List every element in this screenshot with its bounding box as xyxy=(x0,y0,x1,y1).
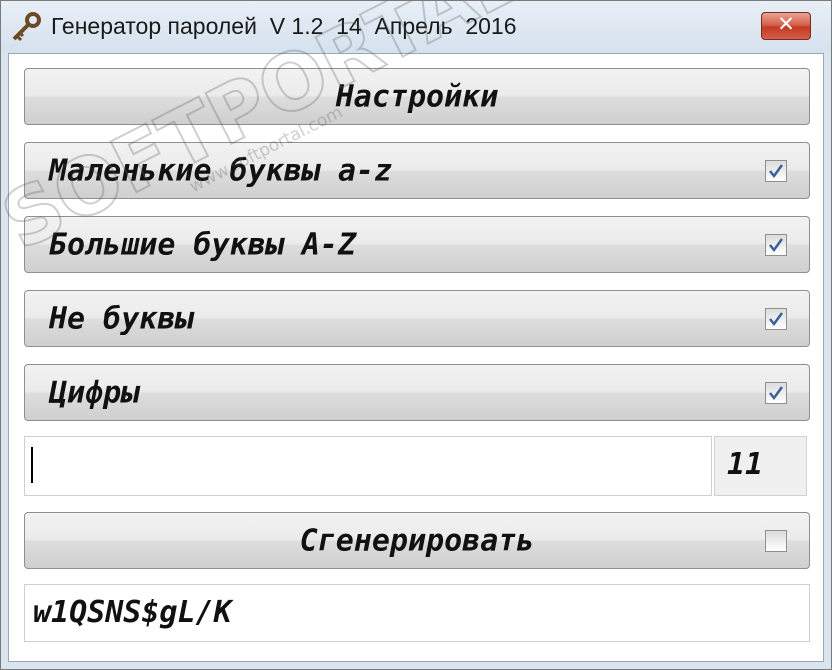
option-uppercase[interactable]: Большие буквы A-Z xyxy=(24,216,810,273)
extra-chars-input[interactable] xyxy=(24,436,712,496)
key-icon xyxy=(12,12,41,42)
length-field[interactable]: 11 xyxy=(714,436,807,496)
password-output[interactable]: w1QSNS$gL/K xyxy=(24,584,810,642)
title-bar[interactable]: Генератор паролей V 1.2 14 Апрель 2016 ✕ xyxy=(1,1,831,53)
close-button[interactable]: ✕ xyxy=(761,12,811,40)
generate-checkbox[interactable] xyxy=(765,530,787,552)
checkmark-icon xyxy=(769,238,784,253)
text-caret xyxy=(31,447,33,483)
window-title: Генератор паролей V 1.2 14 Апрель 2016 xyxy=(51,13,517,39)
option-uppercase-label: Большие буквы A-Z xyxy=(49,227,357,262)
option-digits-label: Цифры xyxy=(49,375,140,410)
settings-label: Настройки xyxy=(335,79,499,114)
option-lowercase-label: Маленькие буквы a-z xyxy=(49,153,393,188)
uppercase-checkbox[interactable] xyxy=(765,234,787,256)
password-value: w1QSNS$gL/K xyxy=(33,595,232,630)
length-value: 11 xyxy=(727,447,764,482)
app-window: Генератор паролей V 1.2 14 Апрель 2016 ✕… xyxy=(0,0,832,670)
generate-label: Сгенерировать xyxy=(299,523,535,558)
checkmark-icon xyxy=(769,386,784,401)
checkmark-icon xyxy=(769,312,784,327)
settings-button[interactable]: Настройки xyxy=(24,68,810,125)
option-lowercase[interactable]: Маленькие буквы a-z xyxy=(24,142,810,199)
option-symbols[interactable]: Не буквы xyxy=(24,290,810,347)
checkmark-icon xyxy=(769,164,784,179)
symbols-checkbox[interactable] xyxy=(765,308,787,330)
close-icon: ✕ xyxy=(777,12,795,36)
digits-checkbox[interactable] xyxy=(765,382,787,404)
generate-button[interactable]: Сгенерировать xyxy=(24,512,810,569)
option-symbols-label: Не буквы xyxy=(49,301,194,336)
lowercase-checkbox[interactable] xyxy=(765,160,787,182)
option-digits[interactable]: Цифры xyxy=(24,364,810,421)
